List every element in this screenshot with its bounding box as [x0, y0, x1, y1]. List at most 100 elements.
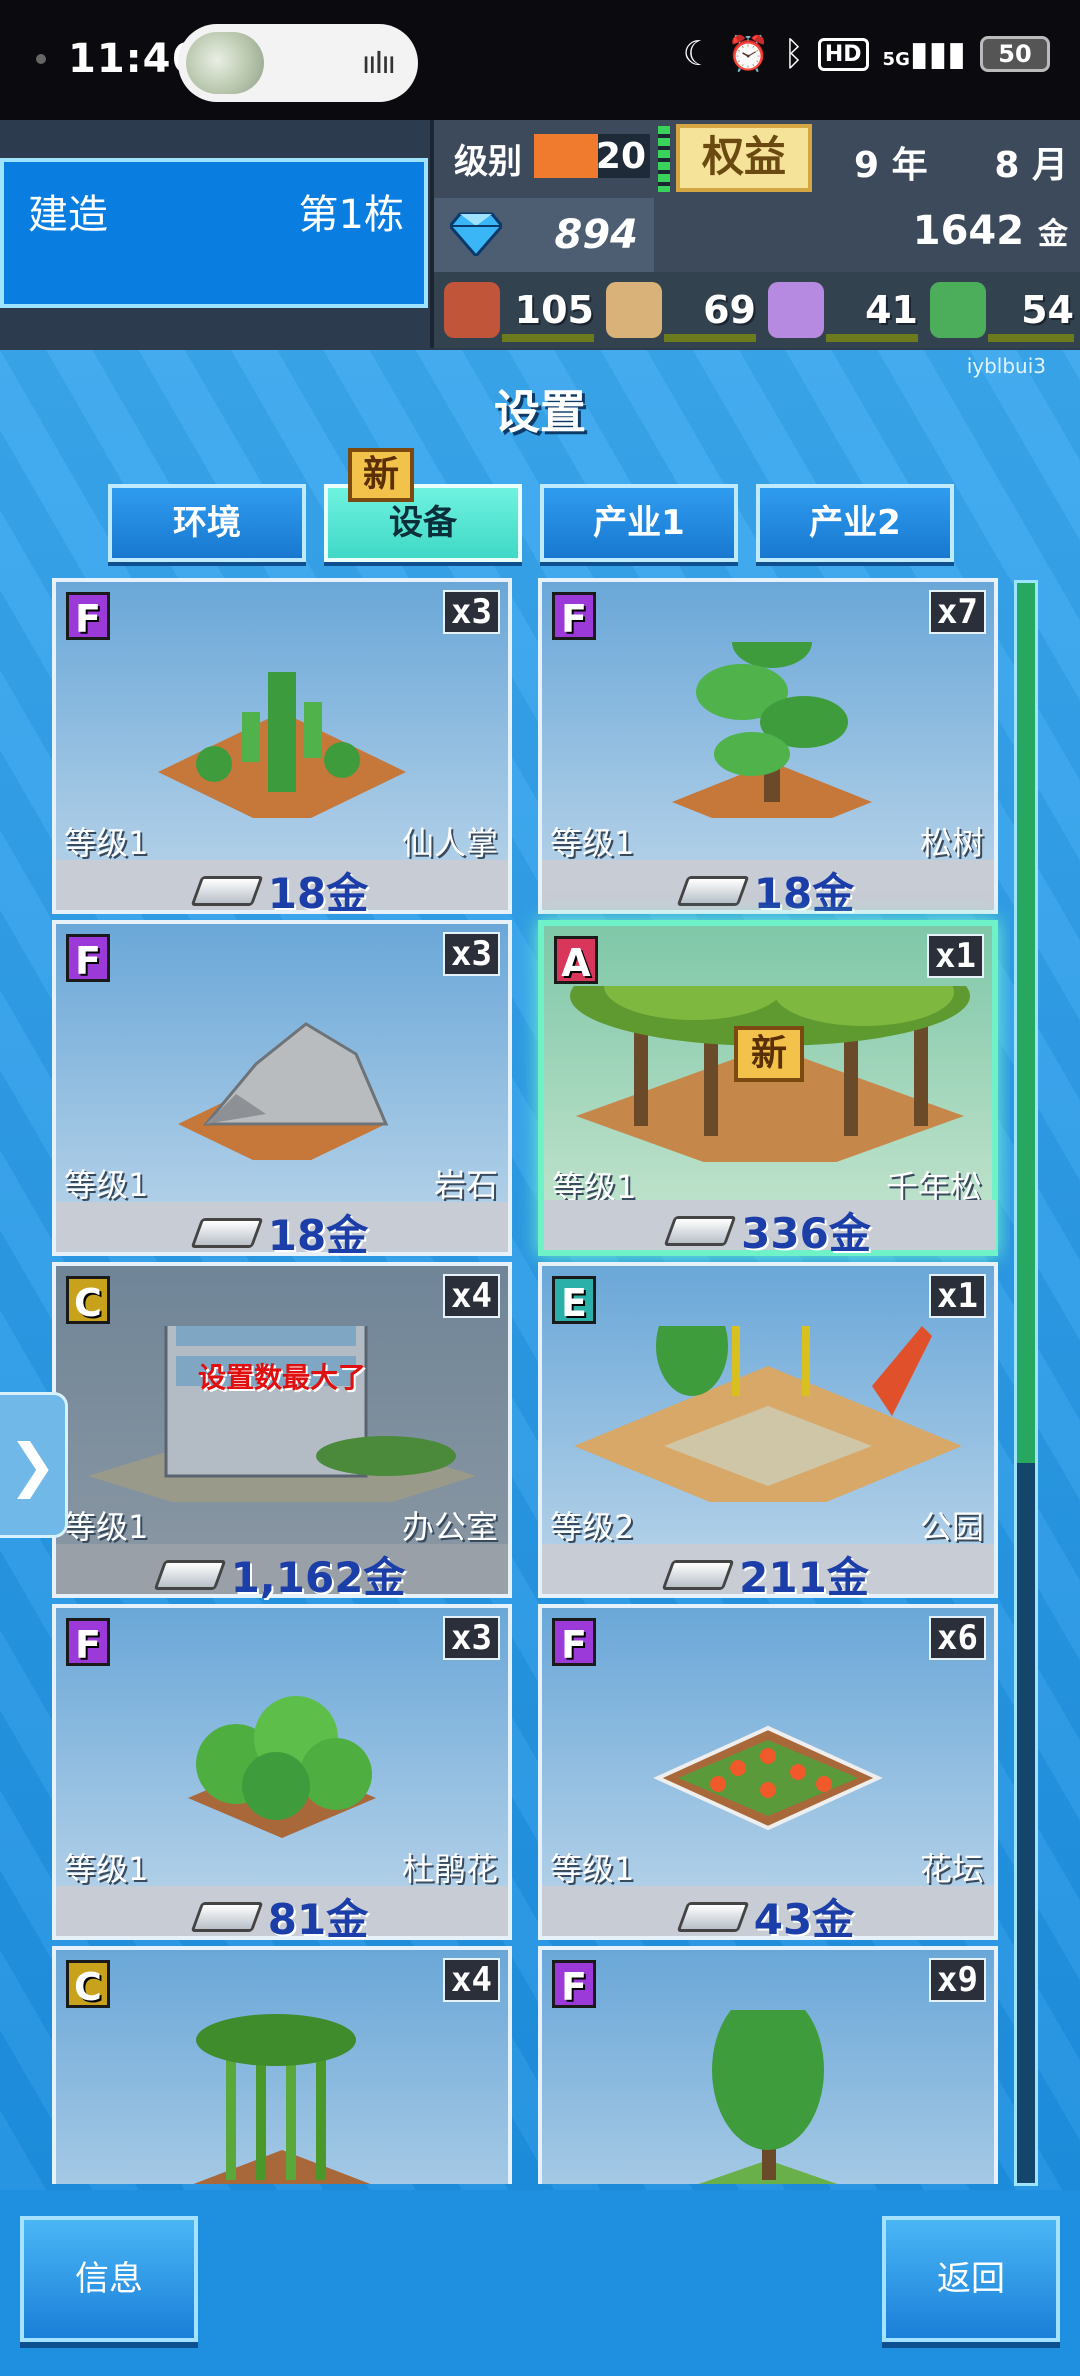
item-count: x1	[929, 1274, 986, 1318]
tab-industry-1[interactable]: 产业1	[540, 484, 738, 562]
item-card-office[interactable]: C x4 设置数最大了 等级1 办公室 1,162金	[52, 1262, 512, 1602]
rights-button[interactable]: 权益	[676, 124, 812, 192]
pine-art	[672, 642, 872, 818]
azalea-art	[188, 1696, 376, 1838]
item-card-flowerbed[interactable]: F x6 等级1 花坛 43金	[538, 1604, 998, 1944]
new-item-badge: 新	[734, 1026, 804, 1082]
tab-environment[interactable]: 环境	[108, 484, 306, 562]
rank-badge: E	[552, 1276, 596, 1325]
media-pill[interactable]: ııIıı	[178, 24, 418, 102]
item-name: 花坛	[919, 1850, 984, 1888]
item-level: 等级1	[550, 1850, 635, 1888]
watermark: iyblbui3	[966, 354, 1046, 378]
chevron-right-icon: ❯	[8, 1431, 57, 1499]
level-fill	[534, 134, 598, 178]
rank-badge: F	[66, 934, 110, 983]
info-button[interactable]: 信息	[20, 2216, 198, 2342]
item-card-bamboo[interactable]: C x4	[52, 1946, 512, 2184]
item-price: 336金	[741, 1209, 871, 1258]
price-bar: 18金	[542, 860, 994, 918]
scroll-thumb[interactable]	[1017, 583, 1035, 1463]
pipe-icon	[676, 1901, 750, 1932]
pipe-icon	[676, 875, 750, 906]
resource-book: 54	[930, 278, 1074, 342]
bag-icon	[606, 282, 662, 338]
item-price: 43金	[753, 1895, 855, 1944]
pipe-icon	[663, 1215, 737, 1246]
item-price: 81金	[267, 1895, 369, 1944]
item-name: 仙人掌	[401, 824, 498, 862]
level-label: 级别	[454, 142, 522, 182]
office-art	[88, 1326, 476, 1502]
price-bar: 336金	[544, 1200, 996, 1258]
gem-value: 894	[554, 212, 639, 258]
item-count: x3	[443, 590, 500, 634]
item-level: 等级1	[64, 1508, 149, 1546]
item-card-cactus[interactable]: F x3 等级1 仙人掌 18金	[52, 578, 512, 918]
item-name: 松树	[919, 824, 984, 862]
item-level: 等级2	[550, 1508, 635, 1546]
gold-unit: 金	[1038, 217, 1068, 252]
resource-bar: 105 69 41 54	[434, 272, 1080, 348]
music-note-icon	[768, 282, 824, 338]
item-card-park[interactable]: E x1 等级2 公园 211金	[538, 1262, 998, 1602]
status-bar: 11:46 ııIıı ☾ ⏰ ᛒ HD 5G▮▮▮ 50	[0, 0, 1080, 120]
item-grid: F x3 等级1 仙人掌 18金 F x7 等级1 松树 18金 F x3 等级…	[52, 578, 1010, 2184]
price-bar: 211金	[542, 1544, 994, 1602]
battery-icon: 50	[980, 36, 1050, 72]
building-number: 第1栋	[298, 192, 404, 238]
item-card-tree[interactable]: F x9	[538, 1946, 998, 2184]
item-card-rock[interactable]: F x3 等级1 岩石 18金	[52, 920, 512, 1260]
level-bar: 20	[534, 134, 650, 178]
park-art	[574, 1326, 962, 1502]
bluetooth-icon: ᛒ	[783, 34, 804, 74]
rank-badge: F	[66, 592, 110, 641]
scrollbar[interactable]	[1014, 580, 1038, 2186]
book-icon	[930, 282, 986, 338]
build-panel[interactable]: 建造 第1栋	[0, 158, 428, 308]
item-level: 等级1	[64, 824, 149, 862]
alarm-icon: ⏰	[727, 34, 770, 74]
item-price: 18金	[267, 1211, 369, 1260]
album-art	[186, 32, 264, 94]
item-level: 等级1	[64, 1850, 149, 1888]
resource-bag: 69	[606, 278, 756, 342]
item-count: x3	[443, 932, 500, 976]
item-price: 18金	[753, 869, 855, 918]
tab-industry-2[interactable]: 产业2	[756, 484, 954, 562]
item-price: 1,162金	[230, 1553, 406, 1602]
rank-badge: C	[66, 1276, 110, 1325]
pipe-icon	[153, 1559, 227, 1590]
item-name: 公园	[919, 1508, 984, 1546]
level-value: 20	[595, 136, 646, 177]
item-count: x1	[927, 934, 984, 978]
item-name: 岩石	[433, 1166, 498, 1204]
item-count: x6	[929, 1616, 986, 1660]
item-card-millennium-pine[interactable]: A x1 新 等级1 千年松 336金	[538, 920, 998, 1258]
item-card-azalea[interactable]: F x3 等级1 杜鹃花 81金	[52, 1604, 512, 1944]
price-bar: 18金	[56, 860, 508, 918]
gem-counter: 894	[434, 198, 654, 272]
stats-panel: 级别 20 权益 9 年 8 月 894 1642 金 105 69 41 54	[430, 120, 1080, 348]
pipe-icon	[661, 1559, 735, 1590]
back-button[interactable]: 返回	[882, 2216, 1060, 2342]
resource-music: 41	[768, 278, 918, 342]
signal-icon: 5G▮▮▮	[882, 34, 966, 74]
item-price: 211金	[739, 1553, 869, 1602]
item-card-pine[interactable]: F x7 等级1 松树 18金	[538, 578, 998, 918]
tree-art	[698, 2010, 838, 2184]
bamboo-art	[193, 2014, 371, 2184]
resource-food: 105	[444, 278, 594, 342]
expand-arrow-button[interactable]: ❯	[0, 1392, 68, 1538]
rank-badge: F	[552, 592, 596, 641]
progress-led	[658, 126, 670, 192]
price-bar: 81金	[56, 1886, 508, 1944]
gold-counter: 1642 金	[913, 208, 1068, 254]
item-count: x9	[929, 1958, 986, 2002]
rank-badge: A	[554, 936, 598, 985]
pipe-icon	[190, 875, 264, 906]
year: 9 年	[854, 145, 928, 186]
cactus-art	[158, 672, 406, 818]
rank-badge: F	[66, 1618, 110, 1667]
food-icon	[444, 282, 500, 338]
